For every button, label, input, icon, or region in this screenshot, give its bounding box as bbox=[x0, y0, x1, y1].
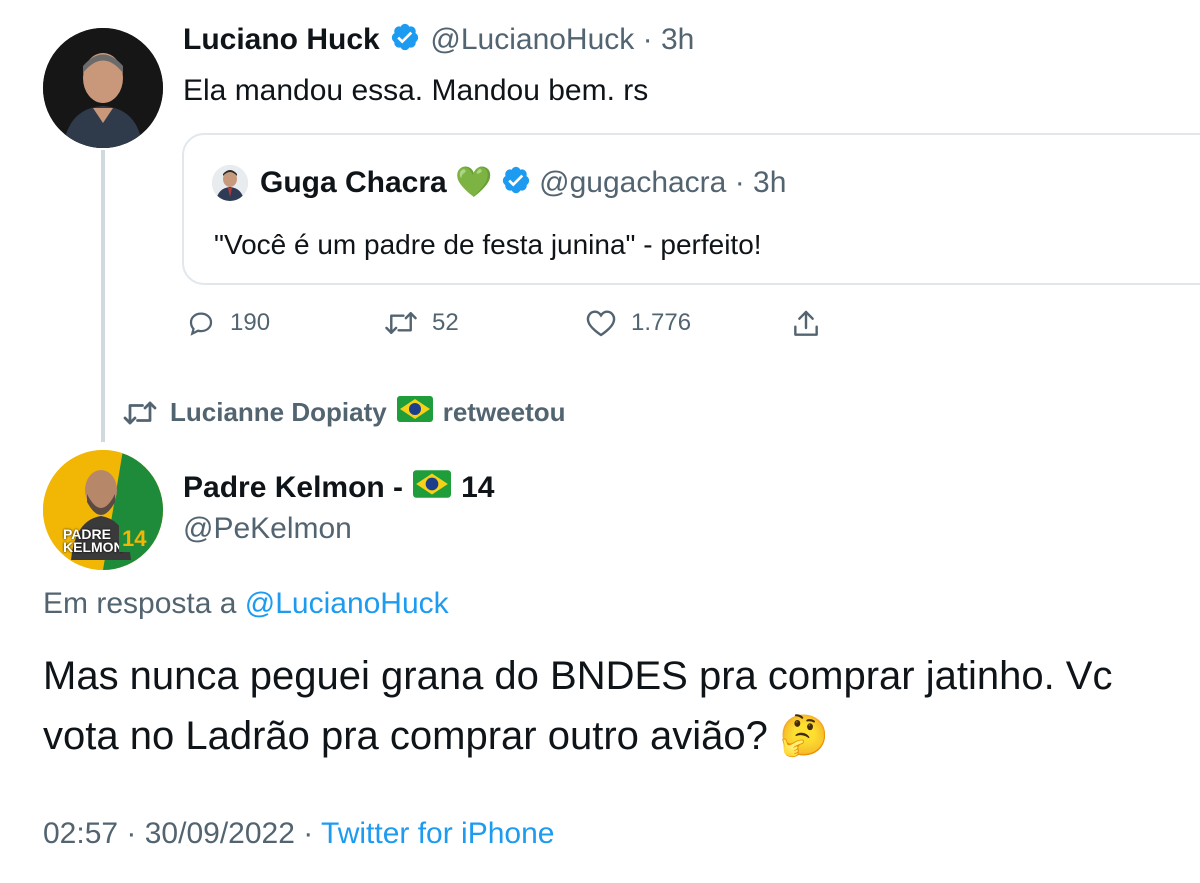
reply-count: 190 bbox=[230, 309, 271, 336]
retweeter-name[interactable]: Lucianne Dopiaty bbox=[170, 397, 387, 428]
tweet2-text: Mas nunca peguei grana do BNDES pra comp… bbox=[43, 654, 1113, 758]
tweet1-handle[interactable]: @LucianoHuck bbox=[430, 23, 634, 56]
like-count: 1.776 bbox=[631, 309, 692, 336]
tweet1-text: Ela mandou essa. Mandou bem. rs bbox=[183, 74, 649, 107]
reply-icon bbox=[189, 312, 213, 336]
avatar-luciano[interactable] bbox=[43, 28, 163, 148]
retweet-notice: Lucianne Dopiaty retweetou bbox=[120, 396, 566, 429]
retweet-icon bbox=[123, 401, 157, 424]
tweet2-time: 02:57 bbox=[43, 817, 119, 850]
tweet2-source-link[interactable]: Twitter for iPhone bbox=[321, 817, 554, 850]
verified-badge-icon bbox=[390, 22, 420, 60]
brazil-flag-icon bbox=[396, 396, 433, 429]
separator-dot: · bbox=[726, 166, 754, 199]
retweet-suffix: retweetou bbox=[442, 397, 566, 427]
avatar-caption-bottom: KELMON bbox=[63, 539, 124, 555]
share-icon bbox=[794, 310, 818, 336]
tweet2-author-name[interactable]: Padre Kelmon - bbox=[183, 471, 403, 505]
reply-button[interactable]: 190 bbox=[186, 308, 270, 338]
avatar-portrait-icon bbox=[212, 165, 248, 201]
quote-author-name: Guga Chacra bbox=[260, 166, 447, 199]
tweet2-author-number: 14 bbox=[461, 471, 495, 504]
thinking-face-emoji: 🤔 bbox=[779, 714, 829, 758]
separator-dot: · bbox=[118, 817, 145, 850]
quote-header: Guga Chacra 💚 @gugachacra · 3h bbox=[260, 165, 786, 203]
retweet-count: 52 bbox=[432, 309, 459, 336]
tweet2-date: 30/09/2022 bbox=[144, 817, 295, 850]
separator-dot: · bbox=[294, 817, 322, 850]
share-button[interactable] bbox=[790, 308, 822, 345]
quote-time: 3h bbox=[753, 166, 787, 199]
quote-text: "Você é um padre de festa junina" - perf… bbox=[214, 229, 762, 260]
retweet-icon bbox=[385, 312, 417, 334]
reply-to-link[interactable]: @LucianoHuck bbox=[245, 587, 449, 620]
brazil-flag-icon bbox=[413, 470, 452, 506]
avatar-kelmon[interactable]: PADRE KELMON 14 bbox=[43, 450, 163, 570]
tweet2-body: Mas nunca peguei grana do BNDES pra comp… bbox=[43, 646, 1183, 766]
avatar-guga bbox=[212, 165, 248, 201]
tweet1-time[interactable]: 3h bbox=[661, 23, 694, 56]
retweet-button[interactable]: 52 bbox=[384, 308, 459, 338]
verified-badge-icon bbox=[501, 165, 531, 203]
separator-dot: · bbox=[634, 22, 661, 56]
quote-tweet-card[interactable]: Guga Chacra 💚 @gugachacra · 3h "Você é u… bbox=[182, 133, 1200, 285]
avatar-number: 14 bbox=[119, 526, 150, 552]
thread-line-bottom bbox=[101, 396, 105, 442]
tweet1-header: Luciano Huck @LucianoHuck · 3h bbox=[183, 22, 694, 60]
tweet2-handle[interactable]: @PeKelmon bbox=[183, 512, 352, 546]
like-button[interactable]: 1.776 bbox=[585, 308, 691, 338]
avatar-caption: PADRE KELMON bbox=[63, 527, 124, 555]
heart-icon bbox=[586, 310, 616, 337]
quote-handle: @gugachacra bbox=[539, 166, 727, 199]
tweet2-header: Padre Kelmon - 14 bbox=[183, 470, 494, 506]
avatar-portrait-icon bbox=[43, 28, 163, 148]
tweet2-meta: 02:57 · 30/09/2022 · Twitter for iPhone bbox=[43, 817, 554, 851]
reply-context: Em resposta a @LucianoHuck bbox=[43, 587, 449, 621]
tweet1-author-name[interactable]: Luciano Huck bbox=[183, 23, 380, 56]
reply-prefix: Em resposta a bbox=[43, 587, 237, 620]
green-heart-emoji: 💚 bbox=[455, 166, 493, 199]
